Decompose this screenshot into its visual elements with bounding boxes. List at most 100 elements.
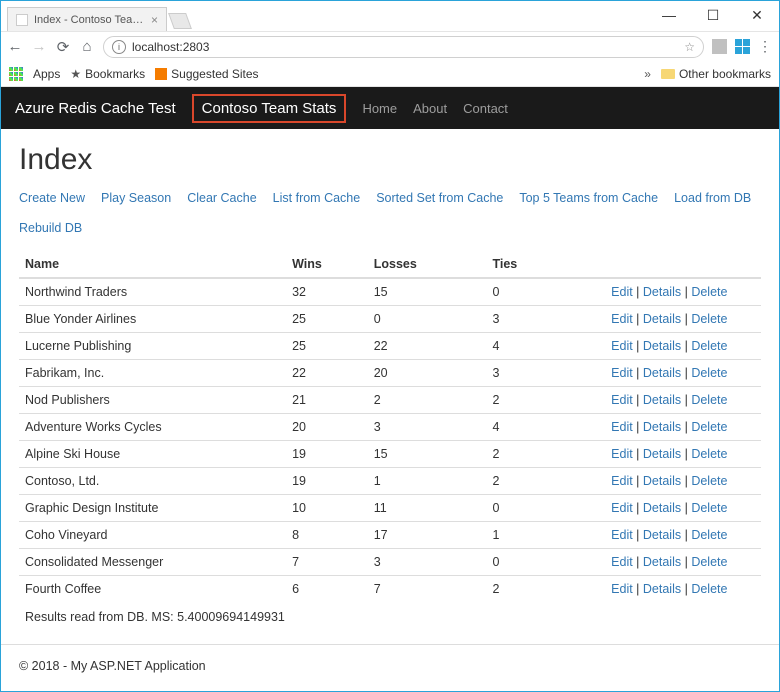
row-action-delete[interactable]: Delete — [691, 474, 727, 488]
action-sorted-set-from-cache[interactable]: Sorted Set from Cache — [376, 191, 503, 205]
cell-losses: 3 — [368, 549, 487, 576]
windows-extension-icon[interactable] — [735, 39, 750, 54]
cell-losses: 20 — [368, 360, 487, 387]
cell-actions: Edit | Details | Delete — [605, 576, 761, 603]
close-tab-icon[interactable]: × — [151, 13, 158, 27]
row-action-details[interactable]: Details — [643, 474, 681, 488]
row-action-edit[interactable]: Edit — [611, 420, 633, 434]
site-info-icon[interactable]: i — [112, 40, 126, 54]
suggested-icon — [155, 68, 167, 80]
cell-name: Coho Vineyard — [19, 522, 286, 549]
row-action-details[interactable]: Details — [643, 420, 681, 434]
action-clear-cache[interactable]: Clear Cache — [187, 191, 256, 205]
row-action-delete[interactable]: Delete — [691, 555, 727, 569]
apps-link[interactable]: Apps — [33, 67, 60, 81]
nav-contact[interactable]: Contact — [463, 101, 508, 116]
action-play-season[interactable]: Play Season — [101, 191, 171, 205]
new-tab-button[interactable] — [168, 13, 192, 29]
home-icon[interactable]: ⌂ — [79, 38, 95, 55]
action-load-from-db[interactable]: Load from DB — [674, 191, 751, 205]
cell-wins: 19 — [286, 468, 368, 495]
apps-icon[interactable] — [9, 67, 23, 81]
cell-ties: 4 — [486, 333, 605, 360]
row-action-details[interactable]: Details — [643, 393, 681, 407]
star-icon: ★ — [70, 67, 81, 81]
row-action-delete[interactable]: Delete — [691, 339, 727, 353]
row-action-delete[interactable]: Delete — [691, 582, 727, 596]
navbar-brand[interactable]: Azure Redis Cache Test — [15, 100, 176, 117]
cell-ties: 0 — [486, 278, 605, 306]
cell-actions: Edit | Details | Delete — [605, 441, 761, 468]
row-action-delete[interactable]: Delete — [691, 285, 727, 299]
extension-icon[interactable] — [712, 39, 727, 54]
action-links: Create New Play Season Clear Cache List fro… — [19, 191, 761, 235]
navbar-highlight[interactable]: Contoso Team Stats — [192, 94, 347, 123]
page-title: Index — [19, 143, 761, 177]
row-action-delete[interactable]: Delete — [691, 447, 727, 461]
close-window-button[interactable]: ✕ — [735, 1, 779, 29]
cell-wins: 22 — [286, 360, 368, 387]
cell-ties: 2 — [486, 387, 605, 414]
address-bar[interactable]: i localhost:2803 ☆ — [103, 36, 704, 58]
nav-home[interactable]: Home — [362, 101, 397, 116]
row-action-delete[interactable]: Delete — [691, 501, 727, 515]
suggested-sites-link[interactable]: Suggested Sites — [155, 67, 258, 81]
row-action-delete[interactable]: Delete — [691, 366, 727, 380]
bookmark-star-icon[interactable]: ☆ — [684, 40, 695, 54]
row-action-edit[interactable]: Edit — [611, 339, 633, 353]
row-action-details[interactable]: Details — [643, 339, 681, 353]
cell-actions: Edit | Details | Delete — [605, 522, 761, 549]
row-action-edit[interactable]: Edit — [611, 285, 633, 299]
table-row: Contoso, Ltd.1912Edit | Details | Delete — [19, 468, 761, 495]
row-action-edit[interactable]: Edit — [611, 447, 633, 461]
cell-ties: 0 — [486, 495, 605, 522]
table-row: Northwind Traders32150Edit | Details | D… — [19, 278, 761, 306]
row-action-edit[interactable]: Edit — [611, 393, 633, 407]
action-create-new[interactable]: Create New — [19, 191, 85, 205]
action-rebuild-db[interactable]: Rebuild DB — [19, 221, 82, 235]
cell-actions: Edit | Details | Delete — [605, 333, 761, 360]
cell-wins: 10 — [286, 495, 368, 522]
address-text: localhost:2803 — [132, 40, 209, 54]
cell-name: Contoso, Ltd. — [19, 468, 286, 495]
row-action-edit[interactable]: Edit — [611, 366, 633, 380]
row-action-edit[interactable]: Edit — [611, 555, 633, 569]
cell-name: Blue Yonder Airlines — [19, 306, 286, 333]
row-action-details[interactable]: Details — [643, 555, 681, 569]
action-top-5-teams-from-cache[interactable]: Top 5 Teams from Cache — [519, 191, 658, 205]
nav-about[interactable]: About — [413, 101, 447, 116]
favicon-icon — [16, 14, 28, 26]
folder-icon — [661, 69, 675, 79]
reload-icon[interactable]: ⟳ — [55, 38, 71, 56]
table-row: Coho Vineyard8171Edit | Details | Delete — [19, 522, 761, 549]
row-action-details[interactable]: Details — [643, 285, 681, 299]
back-icon[interactable]: ← — [7, 38, 23, 55]
cell-wins: 32 — [286, 278, 368, 306]
other-bookmarks-link[interactable]: Other bookmarks — [661, 67, 771, 81]
menu-icon[interactable]: ⋮ — [758, 38, 773, 55]
overflow-chevron-icon[interactable]: » — [644, 67, 651, 81]
row-action-delete[interactable]: Delete — [691, 528, 727, 542]
row-action-details[interactable]: Details — [643, 447, 681, 461]
row-action-delete[interactable]: Delete — [691, 312, 727, 326]
cell-losses: 17 — [368, 522, 487, 549]
row-action-details[interactable]: Details — [643, 582, 681, 596]
row-action-details[interactable]: Details — [643, 528, 681, 542]
bookmarks-link[interactable]: ★Bookmarks — [70, 67, 145, 81]
cell-losses: 7 — [368, 576, 487, 603]
row-action-details[interactable]: Details — [643, 366, 681, 380]
row-action-delete[interactable]: Delete — [691, 420, 727, 434]
row-action-edit[interactable]: Edit — [611, 501, 633, 515]
row-action-edit[interactable]: Edit — [611, 582, 633, 596]
row-action-edit[interactable]: Edit — [611, 474, 633, 488]
row-action-details[interactable]: Details — [643, 501, 681, 515]
row-action-edit[interactable]: Edit — [611, 528, 633, 542]
window-controls: — ☐ ✕ — [647, 1, 779, 29]
maximize-button[interactable]: ☐ — [691, 1, 735, 29]
row-action-delete[interactable]: Delete — [691, 393, 727, 407]
row-action-details[interactable]: Details — [643, 312, 681, 326]
browser-tab[interactable]: Index - Contoso Team St × — [7, 7, 167, 31]
minimize-button[interactable]: — — [647, 1, 691, 29]
row-action-edit[interactable]: Edit — [611, 312, 633, 326]
action-list-from-cache[interactable]: List from Cache — [273, 191, 361, 205]
